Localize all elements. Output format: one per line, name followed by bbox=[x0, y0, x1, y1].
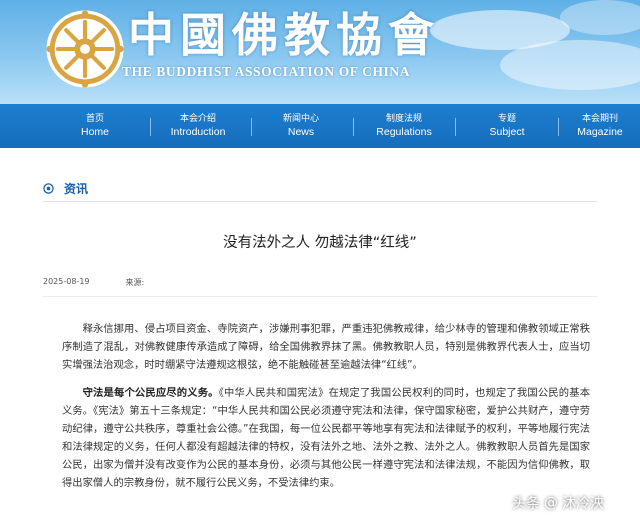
nav-item-introduction[interactable]: 本会介绍 Introduction bbox=[148, 104, 248, 148]
watermark: 头条 @ 沐冷泱 bbox=[512, 492, 604, 514]
watermark-left: 头条 bbox=[512, 496, 540, 512]
brand-english-name: THE BUDDHIST ASSOCIATION OF CHINA bbox=[122, 64, 411, 79]
paragraph-lead: 守法是每个公民应尽的义务。 bbox=[82, 387, 219, 399]
nav-item-en-label: Home bbox=[80, 126, 109, 138]
nav-item-en-label: News bbox=[287, 126, 315, 138]
article-meta: 2025-08-19 来源: bbox=[43, 277, 180, 288]
nav-divider bbox=[455, 118, 456, 136]
nav-item-regulations[interactable]: 制度法规 Regulations bbox=[354, 104, 454, 148]
nav-item-cn-label: 首页 bbox=[85, 114, 104, 124]
article-paragraph: 释永信挪用、侵占项目资金、寺院资产，涉嫌刑事犯罪，严重违犯佛教戒律，给少林寺的管… bbox=[62, 323, 590, 371]
section-title-text[interactable]: 资讯 bbox=[64, 180, 88, 197]
nav-item-subject[interactable]: 专题 Subject bbox=[457, 104, 557, 148]
nav-item-en-label: Magazine bbox=[577, 126, 623, 138]
nav-item-cn-label: 本会期刊 bbox=[581, 114, 618, 124]
nav-item-cn-label: 本会介绍 bbox=[179, 114, 216, 124]
meta-divider bbox=[43, 296, 597, 297]
article-body: 释永信挪用、侵占项目资金、寺院资产，涉嫌刑事犯罪，严重违犯佛教戒律，给少林寺的管… bbox=[62, 320, 590, 502]
header-cloud bbox=[500, 40, 640, 90]
paragraph-text: 《中华人民共和国宪法》在规定了我国公民权利的同时，也规定了我国公民的基本义务。《… bbox=[62, 387, 590, 489]
nav-item-en-label: Regulations bbox=[376, 126, 432, 138]
nav-divider bbox=[558, 118, 559, 136]
nav-item-magazine[interactable]: 本会期刊 Magazine bbox=[560, 104, 640, 148]
article-source-label: 来源: bbox=[125, 278, 145, 287]
header-cloud bbox=[560, 0, 640, 35]
section-divider bbox=[43, 201, 597, 202]
watermark-at-icon: @ bbox=[544, 495, 558, 511]
site-header: 中國佛教協會 THE BUDDHIST ASSOCIATION OF CHINA bbox=[0, 0, 640, 104]
dharma-wheel-icon[interactable] bbox=[44, 8, 126, 90]
nav-item-en-label: Introduction bbox=[170, 126, 226, 138]
section-heading: 资讯 bbox=[43, 180, 88, 196]
nav-item-home[interactable]: 首页 Home bbox=[45, 104, 145, 148]
article-paragraph: 守法是每个公民应尽的义务。《中华人民共和国宪法》在规定了我国公民权利的同时，也规… bbox=[62, 384, 590, 492]
nav-item-cn-label: 专题 bbox=[497, 114, 516, 124]
nav-item-en-label: Subject bbox=[489, 126, 525, 138]
article-date: 2025-08-19 bbox=[43, 277, 90, 286]
nav-item-news[interactable]: 新闻中心 News bbox=[251, 104, 351, 148]
article-title: 没有法外之人 勿越法律“红线” bbox=[223, 235, 417, 251]
nav-item-cn-label: 制度法规 bbox=[385, 114, 422, 124]
nav-item-cn-label: 新闻中心 bbox=[282, 114, 319, 124]
brand-chinese-name[interactable]: 中國佛教協會 bbox=[128, 6, 434, 64]
main-nav: 首页 Home 本会介绍 Introduction 新闻中心 News 制度法规… bbox=[0, 104, 640, 148]
watermark-right: 沐冷泱 bbox=[562, 496, 604, 512]
target-ring-icon bbox=[43, 182, 54, 194]
